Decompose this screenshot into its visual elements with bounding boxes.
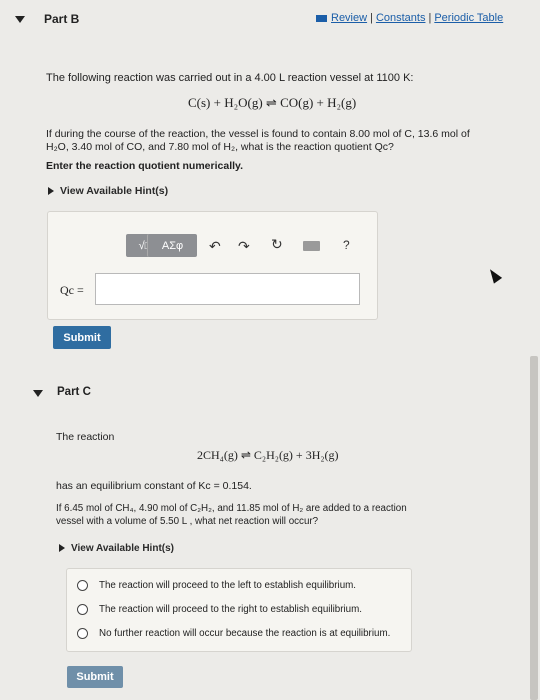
part-b-question-line1: If during the course of the reaction, th… xyxy=(46,128,470,140)
qc-input[interactable] xyxy=(95,273,360,305)
part-c-question-line1: If 6.45 mol of CH₄, 4.90 mol of C₂H₂, an… xyxy=(56,503,407,514)
mouse-cursor-icon xyxy=(485,266,503,284)
part-b-hint-label: View Available Hint(s) xyxy=(60,185,169,197)
part-c-title: Part C xyxy=(57,386,91,398)
radio-right[interactable] xyxy=(77,604,88,615)
part-c-kc: has an equilibrium constant of Kc = 0.15… xyxy=(56,480,252,492)
radio-equilibrium[interactable] xyxy=(77,628,88,639)
qc-label: Qc = xyxy=(60,283,84,297)
option-row-left[interactable]: The reaction will proceed to the left to… xyxy=(77,580,356,591)
radio-left[interactable] xyxy=(77,580,88,591)
expand-arrow-icon xyxy=(48,187,54,196)
part-c-equation: 2CH₄(g) ⇌ C₂H₂(g) + 3H₂(g) xyxy=(197,448,339,462)
part-b-submit-button[interactable]: Submit xyxy=(53,326,111,349)
part-b-intro: The following reaction was carried out i… xyxy=(46,72,414,84)
part-b-question-line2: H₂O, 3.40 mol of CO, and 7.80 mol of H₂,… xyxy=(46,141,394,153)
constants-link[interactable]: Constants xyxy=(376,12,426,24)
greek-symbols-button[interactable]: AΣφ xyxy=(147,234,197,257)
part-c-submit-button[interactable]: Submit xyxy=(67,666,123,688)
option-row-right[interactable]: The reaction will proceed to the right t… xyxy=(77,604,362,615)
option-row-equilibrium[interactable]: No further reaction will occur because t… xyxy=(77,628,390,639)
option-left-label: The reaction will proceed to the left to… xyxy=(99,580,357,591)
help-icon[interactable]: ? xyxy=(343,238,350,252)
part-b-instruction: Enter the reaction quotient numerically. xyxy=(46,160,244,172)
part-c-hint-toggle[interactable]: View Available Hint(s) xyxy=(59,543,174,554)
part-c-intro: The reaction xyxy=(56,431,115,443)
keyboard-icon[interactable] xyxy=(303,241,320,251)
review-icon xyxy=(316,14,327,22)
review-link[interactable]: Review xyxy=(331,12,367,24)
part-c-hint-label: View Available Hint(s) xyxy=(71,543,174,554)
periodic-table-link[interactable]: Periodic Table xyxy=(434,12,503,24)
undo-icon[interactable]: ↶ xyxy=(209,238,221,255)
top-links: Review | Constants | Periodic Table xyxy=(316,12,503,24)
part-b-equation: C(s) + H₂O(g) ⇌ CO(g) + H₂(g) xyxy=(188,95,357,110)
redo-icon[interactable]: ↷ xyxy=(238,238,250,255)
part-b-title: Part B xyxy=(44,12,80,26)
part-c-question-line2: vessel with a volume of 5.50 L , what ne… xyxy=(56,516,319,527)
option-right-label: The reaction will proceed to the right t… xyxy=(99,604,363,615)
reset-icon[interactable]: ↻ xyxy=(271,236,283,253)
part-c-collapse-caret-icon[interactable] xyxy=(33,390,43,397)
scrollbar-thumb[interactable] xyxy=(530,356,538,700)
collapse-caret-icon[interactable] xyxy=(15,16,25,23)
part-b-hint-toggle[interactable]: View Available Hint(s) xyxy=(48,185,168,197)
option-equilibrium-label: No further reaction will occur because t… xyxy=(99,628,391,639)
greek-symbols-label: AΣφ xyxy=(161,239,184,252)
part-c-expand-arrow-icon xyxy=(59,544,65,553)
